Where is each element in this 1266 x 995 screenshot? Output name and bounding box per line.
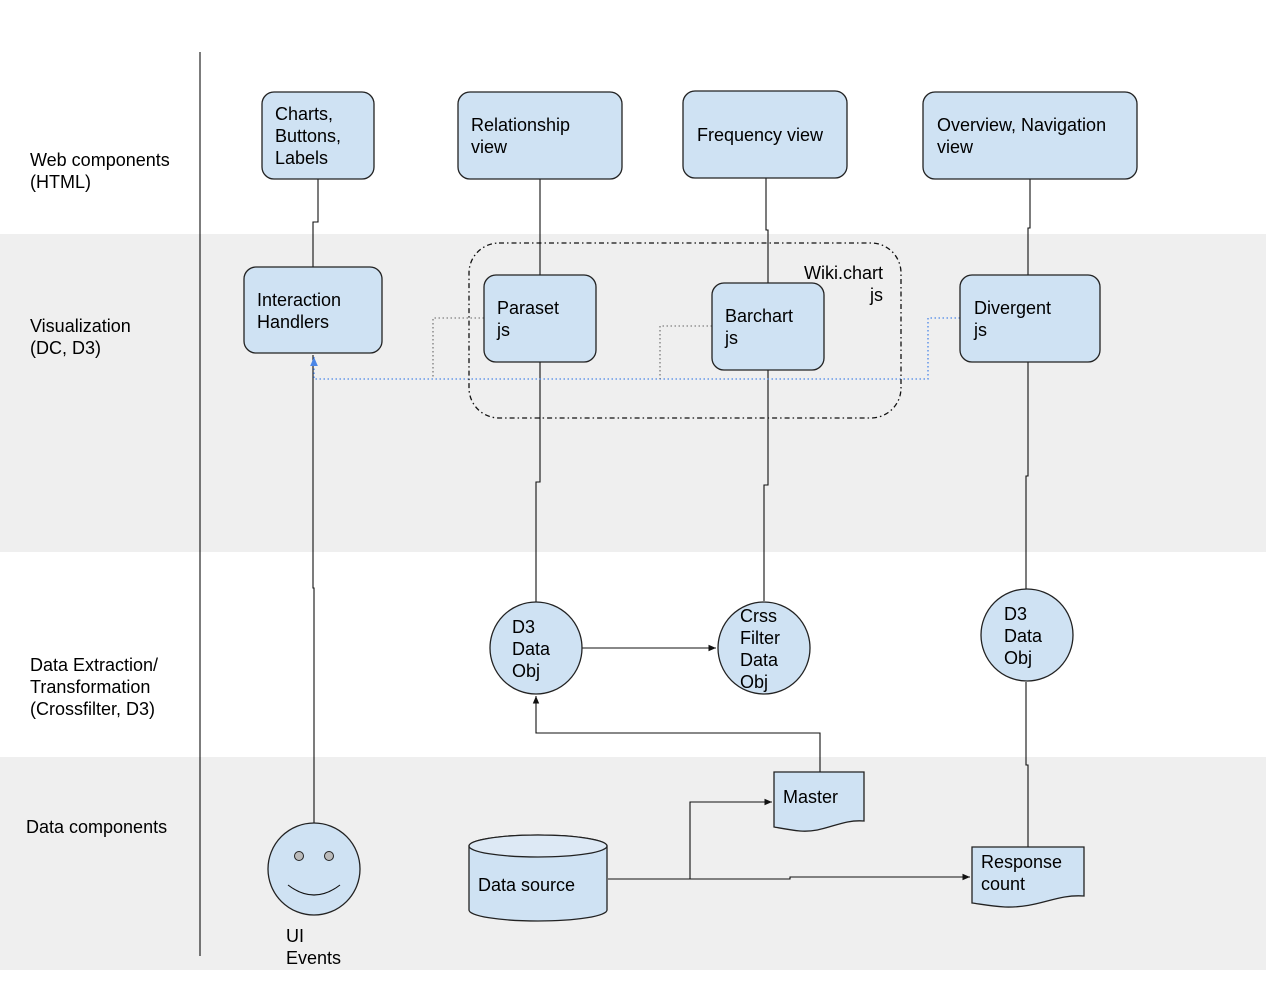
svg-text:Master: Master [783, 787, 838, 807]
architecture-diagram: Web components (HTML) Visualization (DC, D… [0, 52, 1266, 970]
divergent-js-node[interactable]: Divergent js [959, 274, 1101, 363]
crossfilter-data-obj-node[interactable]: Crss Filter Data Obj [717, 601, 811, 695]
paraset-js-node[interactable]: Paraset js [483, 274, 597, 363]
interaction-handlers-node[interactable]: Interaction Handlers [243, 266, 383, 354]
layer-label-web: Web components (HTML) [30, 150, 170, 192]
svg-text:Data source: Data source [478, 875, 575, 895]
layer-label-data-extraction: Data Extraction/Transformation (Crossfilt… [30, 655, 158, 719]
web-component-overview-navigation-view[interactable]: Overview, Navigation view [922, 91, 1138, 180]
smiley-face-icon [267, 822, 361, 916]
d3-data-obj-divergent-node[interactable]: D3 Data Obj [980, 588, 1074, 682]
web-component-frequency-view[interactable]: Frequency view [682, 90, 848, 179]
svg-text:Frequency view: Frequency view [697, 125, 824, 145]
layer-label-data-components: Data components [26, 817, 167, 837]
data-source-cylinder[interactable]: Data source [468, 834, 608, 922]
d3-data-obj-node[interactable]: D3 Data Obj [489, 601, 583, 695]
web-component-relationship-view[interactable]: Relationship view [457, 91, 623, 180]
barchart-js-node[interactable]: Barchart js [711, 282, 825, 371]
web-component-charts-buttons-labels[interactable]: Charts, Buttons, Labels [261, 91, 375, 180]
